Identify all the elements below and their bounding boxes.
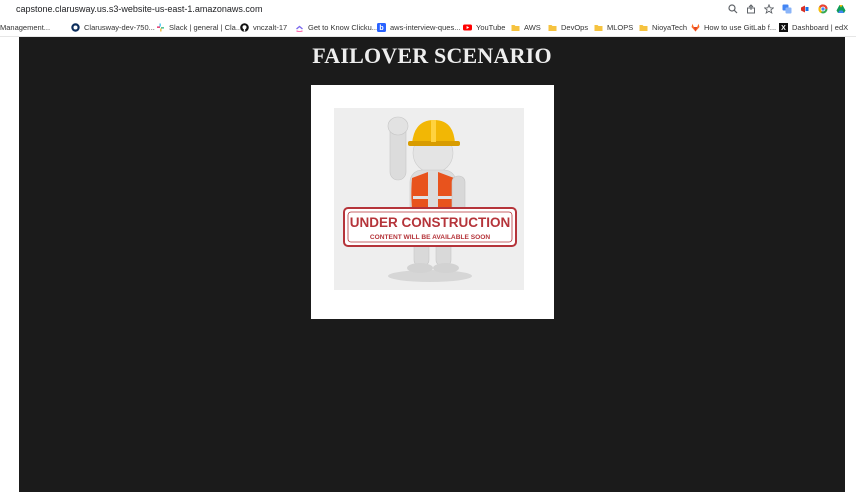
under-construction-image: UNDER CONSTRUCTION CONTENT WILL BE AVAIL…	[334, 108, 524, 290]
bookmark-label: Slack | general | Cla...	[169, 22, 243, 32]
bookmark-edx-dashboard[interactable]: X Dashboard | edX	[779, 18, 848, 36]
bookmark-label: NioyaTech	[652, 22, 688, 32]
bookmark-folder-devops[interactable]: DevOps	[548, 18, 588, 36]
bookmark-gitlab[interactable]: How to use GitLab f...	[691, 18, 776, 36]
page-viewport: FAILOVER SCENARIO UNDER CONSTRUCTION CON…	[19, 37, 845, 492]
share-icon[interactable]	[746, 4, 756, 14]
bookmark-label: Dashboard | edX	[792, 22, 849, 32]
image-frame: UNDER CONSTRUCTION CONTENT WILL BE AVAIL…	[311, 85, 554, 319]
bookmarks-bar: Management... Clarusway-dev-750... Slack…	[0, 18, 856, 37]
bookmark-clickup[interactable]: Get to Know Clicku...	[295, 18, 378, 36]
address-bar[interactable]: capstone.clarusway.us.s3-website-us-east…	[0, 0, 856, 18]
bookmark-github-vnczalt[interactable]: vnczalt-17	[240, 18, 287, 36]
star-bookmark-icon[interactable]	[764, 4, 774, 14]
bookmark-label: How to use GitLab f...	[704, 22, 777, 32]
banner-line-1: UNDER CONSTRUCTION	[350, 215, 511, 230]
slack-icon	[156, 23, 165, 32]
url-text[interactable]: capstone.clarusway.us.s3-website-us-east…	[16, 1, 262, 17]
clarusway-icon	[71, 22, 80, 32]
drive-extension-icon[interactable]	[836, 4, 846, 14]
folder-icon	[511, 23, 520, 32]
bookmark-label: DevOps	[561, 22, 589, 32]
bookmark-clarusway-dev[interactable]: Clarusway-dev-750...	[71, 18, 155, 36]
megaphone-extension-icon[interactable]	[800, 4, 810, 14]
bookmark-management[interactable]: Management...	[0, 18, 50, 36]
bookmark-label: AWS	[524, 22, 541, 32]
banner-line-2: CONTENT WILL BE AVAILABLE SOON	[370, 234, 491, 241]
folder-icon	[548, 23, 557, 32]
bookmark-slack-general[interactable]: Slack | general | Cla...	[156, 18, 242, 36]
bookmark-label: YouTube	[476, 22, 506, 32]
folder-icon	[639, 23, 648, 32]
bookmark-label: Clarusway-dev-750...	[84, 22, 155, 32]
chrome-extension-icon[interactable]	[818, 4, 828, 14]
bookmark-aws-interview[interactable]: b aws-interview-ques...	[377, 18, 460, 36]
svg-text:b: b	[379, 25, 383, 32]
page-title: FAILOVER SCENARIO	[312, 43, 552, 68]
clickup-icon	[295, 23, 304, 32]
zoom-icon[interactable]	[728, 4, 738, 14]
svg-text:X: X	[781, 25, 786, 32]
bookmark-label: Get to Know Clicku...	[308, 22, 379, 32]
bookmark-label: vnczalt-17	[253, 22, 288, 32]
bookmark-label: Management...	[0, 22, 51, 32]
bookmark-folder-aws[interactable]: AWS	[511, 18, 541, 36]
blog-icon: b	[377, 22, 386, 32]
bookmark-folder-mlops[interactable]: MLOPS	[594, 18, 633, 36]
github-icon	[240, 22, 249, 32]
edx-icon: X	[779, 22, 788, 32]
gitlab-icon	[691, 23, 700, 32]
youtube-icon	[463, 23, 472, 32]
bookmark-label: aws-interview-ques...	[390, 22, 461, 32]
folder-icon	[594, 23, 603, 32]
translate-extension-icon[interactable]	[782, 4, 792, 14]
bookmark-label: MLOPS	[607, 22, 634, 32]
bookmark-youtube[interactable]: YouTube	[463, 18, 505, 36]
bookmark-folder-nioyatech[interactable]: NioyaTech	[639, 18, 687, 36]
address-bar-icons	[728, 1, 846, 17]
